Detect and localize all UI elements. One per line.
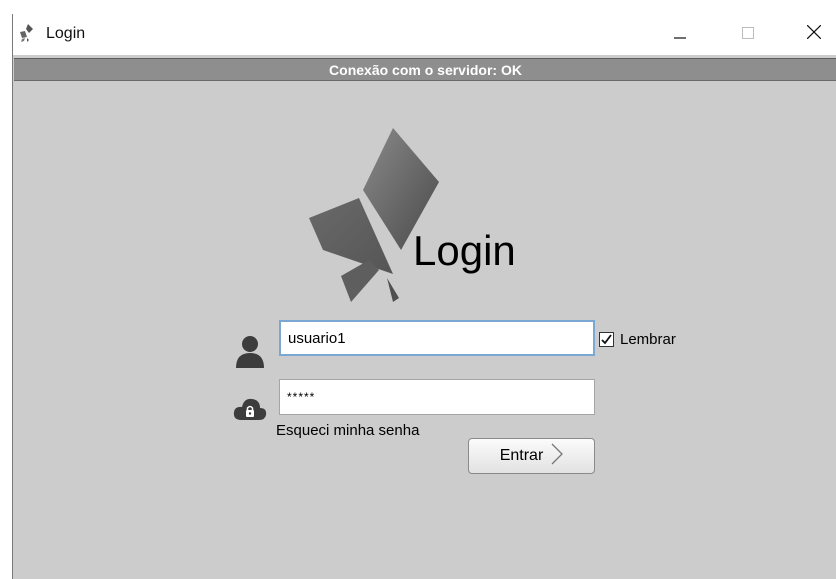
chevron-right-icon [543, 443, 564, 470]
password-input[interactable] [279, 379, 595, 415]
remember-checkbox[interactable]: Lembrar [599, 329, 676, 349]
title-bar[interactable]: Login [13, 14, 836, 55]
window-title: Login [46, 25, 86, 42]
login-window: Login Conexão com o servidor: OK Login u… [12, 14, 836, 579]
logo-title: Login [413, 227, 516, 274]
username-input[interactable] [279, 320, 595, 356]
maximize-icon [742, 26, 754, 44]
minimize-icon [673, 25, 687, 44]
user-icon [235, 334, 265, 368]
server-status-text: Conexão com o servidor: OK [329, 61, 522, 78]
enter-button[interactable]: Entrar [468, 438, 595, 474]
server-status-bar: Conexão com o servidor: OK [14, 58, 836, 81]
maximize-button[interactable] [725, 14, 771, 55]
enter-button-label: Entrar [499, 447, 544, 464]
forgot-password-link[interactable]: Esqueci minha senha [276, 422, 419, 439]
remember-label: Lembrar [620, 330, 676, 348]
app-logo [303, 126, 443, 304]
app-logo-icon [19, 24, 35, 42]
minimize-button[interactable] [657, 14, 703, 55]
cloud-lock-icon [233, 396, 267, 424]
check-icon [599, 331, 614, 347]
close-button[interactable] [791, 14, 836, 55]
close-icon [806, 24, 822, 44]
